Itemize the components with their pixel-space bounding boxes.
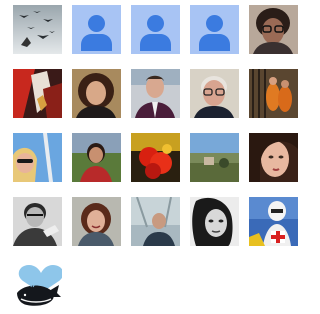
members-avatar-grid bbox=[13, 5, 298, 310]
member-avatar[interactable] bbox=[13, 261, 62, 310]
member-avatar[interactable] bbox=[131, 69, 180, 118]
member-avatar[interactable] bbox=[72, 69, 121, 118]
member-avatar[interactable] bbox=[13, 69, 62, 118]
member-avatar[interactable] bbox=[249, 5, 298, 54]
young-woman-dark-hair-photo bbox=[249, 133, 298, 182]
orange-figures-photo bbox=[249, 69, 298, 118]
woman-bw-portrait-photo bbox=[190, 197, 239, 246]
member-avatar[interactable] bbox=[190, 197, 239, 246]
older-man-glasses-photo bbox=[190, 69, 239, 118]
member-avatar[interactable] bbox=[72, 133, 121, 182]
woman-smiling-photo bbox=[72, 197, 121, 246]
member-avatar[interactable] bbox=[190, 69, 239, 118]
member-avatar[interactable] bbox=[190, 133, 239, 182]
default-avatar-icon bbox=[131, 5, 180, 54]
stormtrooper-flag-photo bbox=[249, 197, 298, 246]
landscape-photo bbox=[190, 133, 239, 182]
member-avatar[interactable] bbox=[249, 197, 298, 246]
member-avatar[interactable] bbox=[249, 133, 298, 182]
member-avatar[interactable] bbox=[13, 133, 62, 182]
person-glasses-photo bbox=[249, 5, 298, 54]
woman-red-top-photo bbox=[72, 133, 121, 182]
member-avatar[interactable] bbox=[72, 197, 121, 246]
member-avatar[interactable] bbox=[131, 5, 180, 54]
man-bw-glasses-photo bbox=[13, 197, 62, 246]
abstract-red-photo bbox=[13, 69, 62, 118]
member-avatar[interactable] bbox=[72, 5, 121, 54]
member-avatar[interactable] bbox=[131, 197, 180, 246]
member-avatar[interactable] bbox=[249, 69, 298, 118]
member-avatar[interactable] bbox=[131, 133, 180, 182]
member-avatar[interactable] bbox=[13, 197, 62, 246]
woman-curly-hair-photo bbox=[72, 69, 121, 118]
man-suit-photo bbox=[131, 69, 180, 118]
blonde-woman-sunglasses-photo bbox=[13, 133, 62, 182]
default-avatar-icon bbox=[190, 5, 239, 54]
red-flowers-photo bbox=[131, 133, 180, 182]
birds-silhouette-photo bbox=[13, 5, 62, 54]
member-avatar[interactable] bbox=[13, 5, 62, 54]
man-city-photo bbox=[131, 197, 180, 246]
default-avatar-icon bbox=[72, 5, 121, 54]
member-avatar[interactable] bbox=[190, 5, 239, 54]
whale-logo-photo bbox=[13, 261, 62, 310]
